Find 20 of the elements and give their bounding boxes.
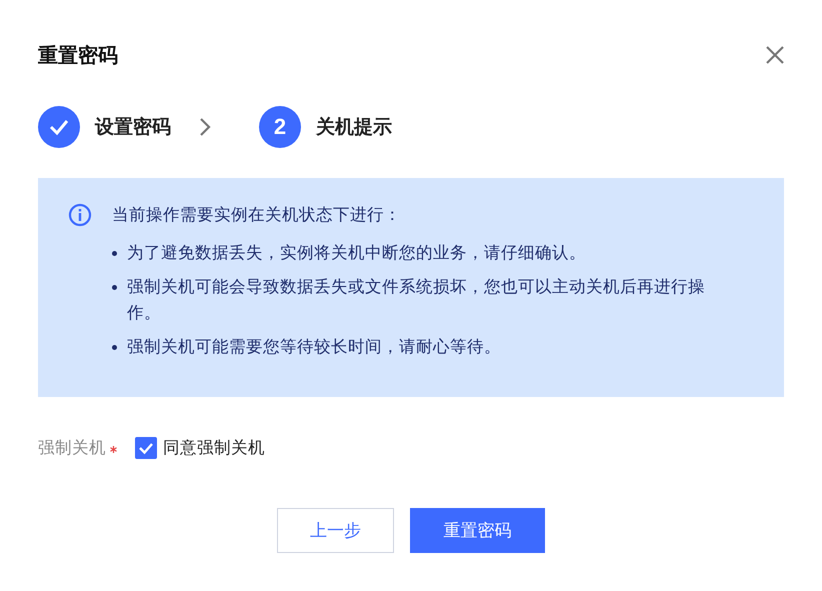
checkbox[interactable] — [135, 437, 157, 459]
back-button[interactable]: 上一步 — [277, 508, 394, 553]
step-label: 关机提示 — [316, 116, 392, 140]
close-icon[interactable] — [764, 44, 786, 66]
step-check-icon — [38, 106, 80, 148]
bullet-icon — [112, 285, 117, 290]
chevron-icon — [197, 117, 213, 137]
notice-heading: 当前操作需要实例在关机状态下进行： — [112, 205, 402, 226]
info-icon — [68, 203, 92, 227]
reset-password-button[interactable]: 重置密码 — [410, 508, 545, 553]
notice-item: 强制关机可能需要您等待较长时间，请耐心等待。 — [127, 337, 502, 358]
step-label: 设置密码 — [95, 116, 171, 140]
bullet-icon — [112, 345, 117, 350]
dialog-title: 重置密码 — [38, 44, 118, 68]
field-label: 强制关机 — [38, 438, 106, 459]
checkbox-label[interactable]: 同意强制关机 — [163, 437, 265, 459]
step-number: 2 — [259, 106, 301, 148]
notice-item: 为了避免数据丢失，实例将关机中断您的业务，请仔细确认。 — [127, 243, 587, 264]
bullet-icon — [112, 251, 117, 256]
notice-item: 强制关机可能会导致数据丢失或文件系统损坏，您也可以主动关机后再进行操作。 — [127, 277, 706, 324]
